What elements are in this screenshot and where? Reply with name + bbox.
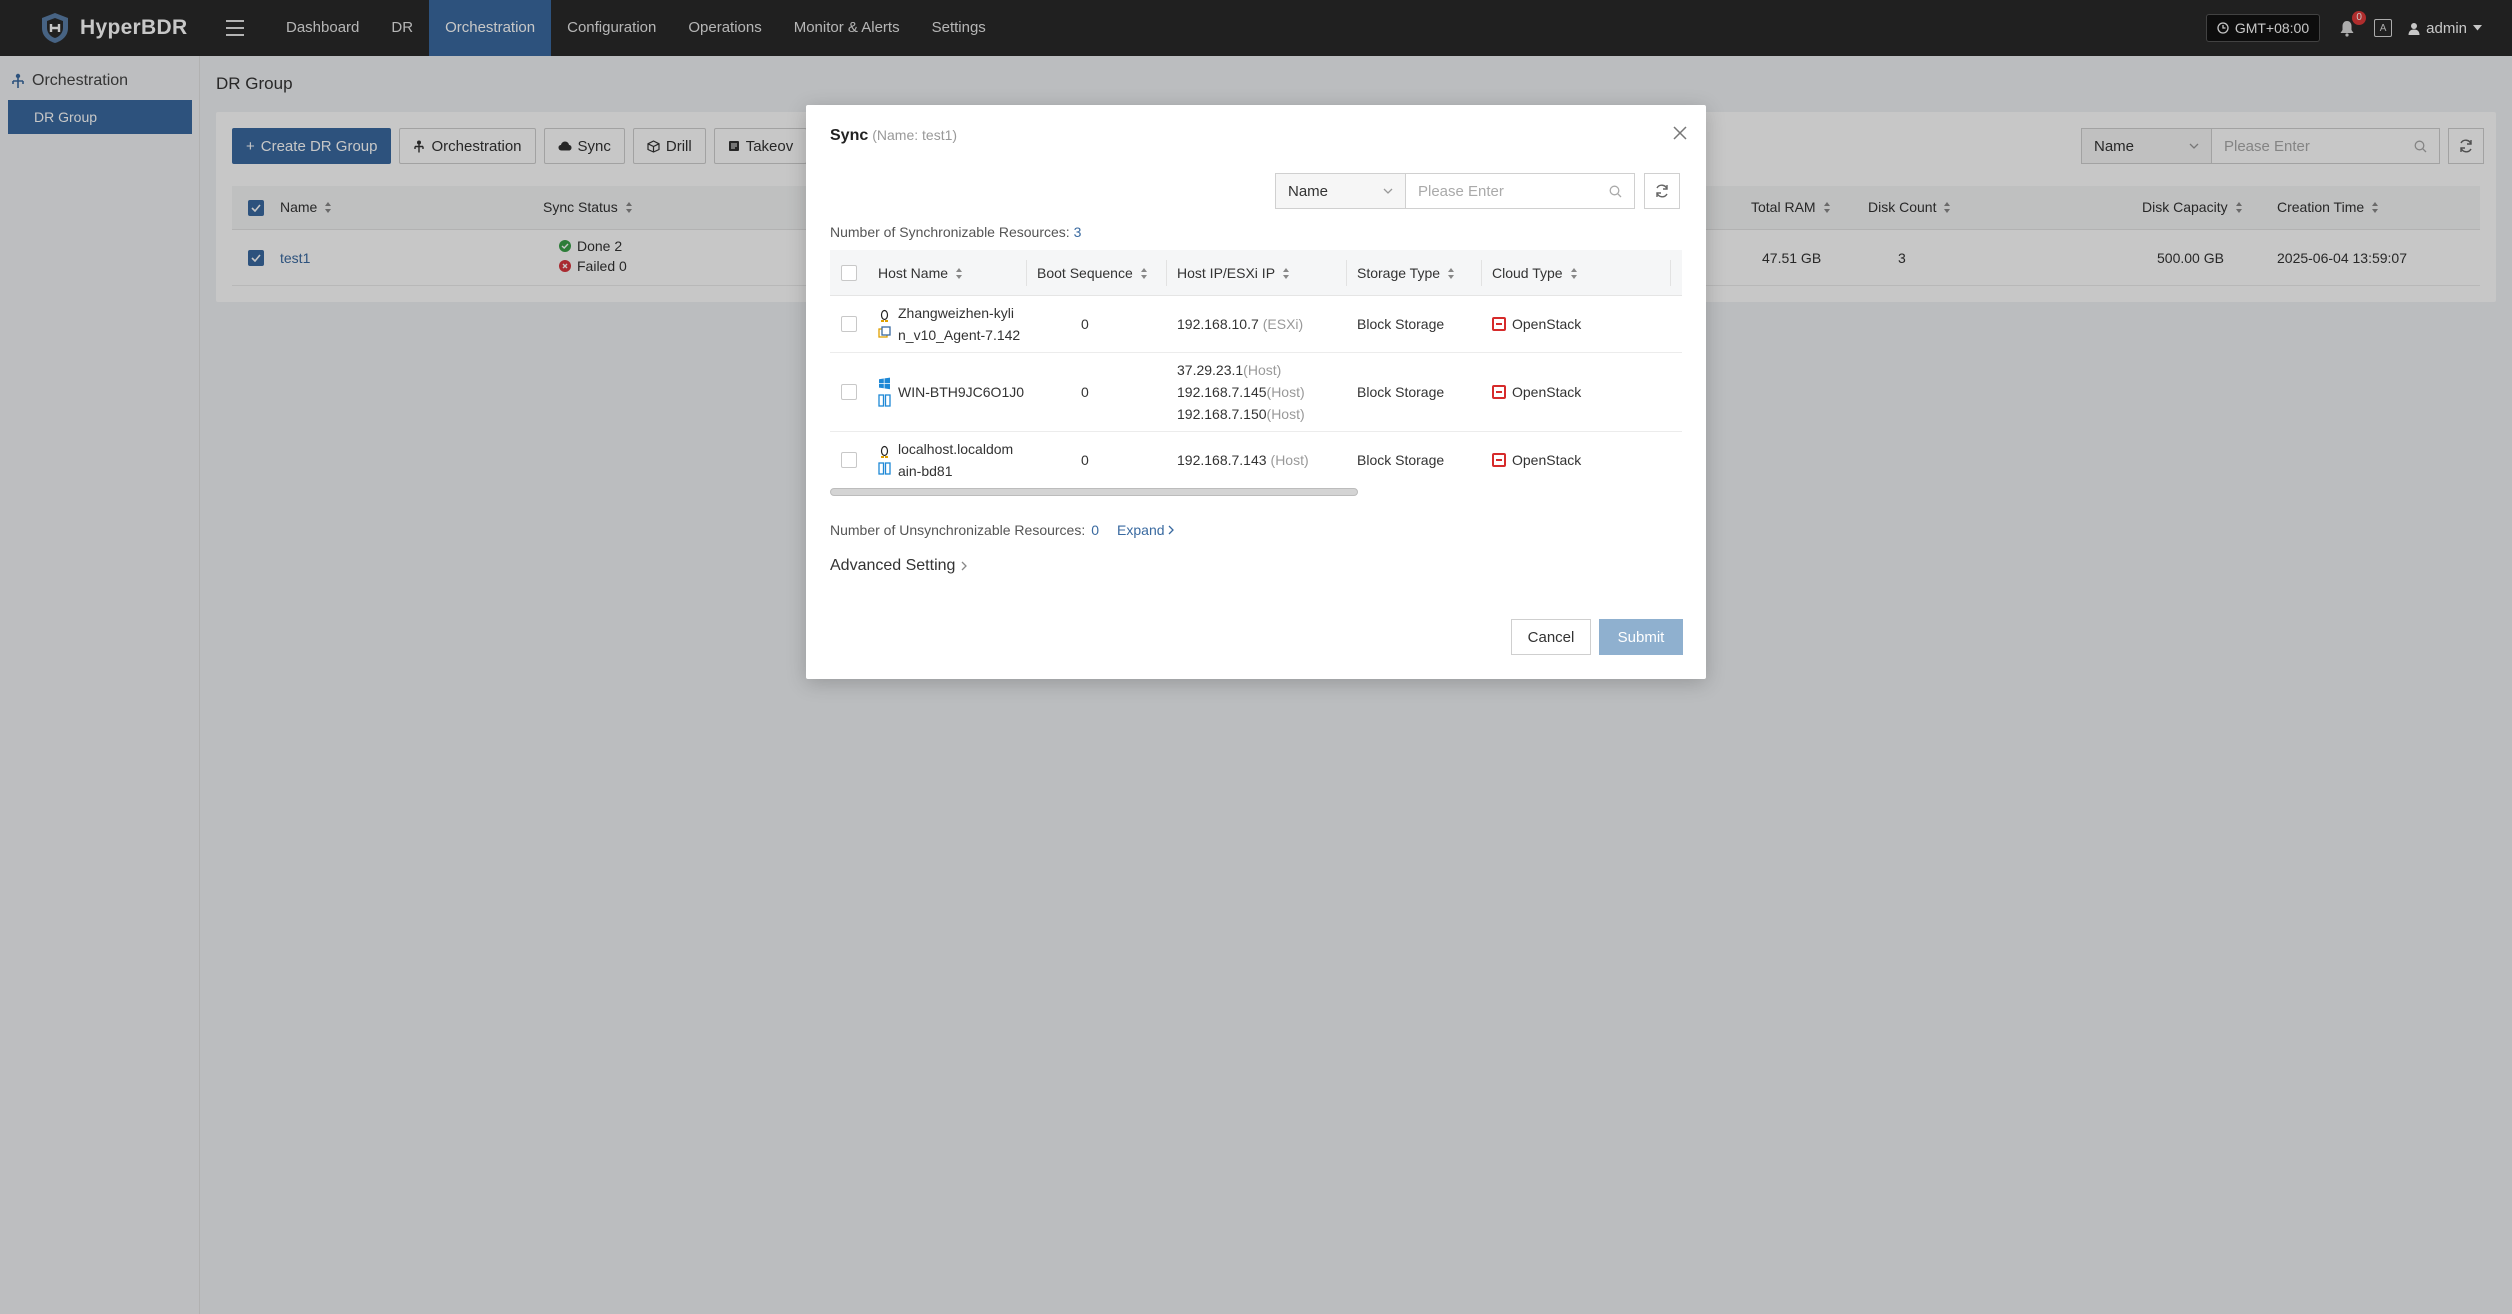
synchronizable-count-value: 3 — [1073, 224, 1082, 240]
table-row[interactable]: Zhangweizhen-kyli n_v10_Agent-7.142 0 19… — [830, 296, 1682, 353]
col-storage-type[interactable]: Storage Type — [1357, 250, 1455, 296]
synchronizable-count: Number of Synchronizable Resources: 3 — [830, 224, 1081, 240]
col-boot-sequence[interactable]: Boot Sequence — [1037, 250, 1147, 296]
sort-icon — [956, 267, 963, 279]
sort-icon — [1448, 267, 1455, 279]
col-host-name[interactable]: Host Name — [878, 250, 963, 296]
chevron-right-icon — [961, 561, 968, 571]
row-checkbox[interactable] — [841, 384, 857, 400]
expand-label: Expand — [1117, 522, 1165, 538]
host-name-line: Zhangweizhen-kyli — [898, 305, 1014, 321]
dialog-filter-field-select[interactable]: Name — [1275, 173, 1406, 209]
scrollbar-thumb[interactable] — [830, 488, 1358, 496]
col-cloud-type[interactable]: Cloud Type — [1492, 250, 1577, 296]
unsynchronizable-count-value: 0 — [1091, 522, 1100, 538]
refresh-icon — [1656, 184, 1668, 198]
cloud-type-value: OpenStack — [1492, 353, 1581, 431]
boot-sequence-value: 0 — [1081, 451, 1089, 468]
dialog-subtitle: (Name: test1) — [872, 127, 958, 143]
column-divider — [1166, 260, 1167, 286]
host-name-line: n_v10_Agent-7.142 — [898, 327, 1021, 343]
horizontal-scrollbar[interactable] — [830, 488, 1682, 496]
agent-icon — [878, 326, 891, 338]
ip-address: 192.168.10.7 — [1177, 316, 1259, 332]
submit-button[interactable]: Submit — [1599, 619, 1683, 655]
sort-icon — [1140, 267, 1147, 279]
col-host-ip[interactable]: Host IP/ESXi IP — [1177, 250, 1290, 296]
column-divider — [1670, 260, 1671, 286]
resources-table: Host Name Boot Sequence Host IP/ESXi IP … — [830, 250, 1682, 486]
advanced-setting-label: Advanced Setting — [830, 557, 956, 574]
col-storage-type-label: Storage Type — [1357, 265, 1441, 281]
linux-penguin-icon — [880, 445, 889, 458]
boot-sequence-value: 0 — [1081, 384, 1089, 400]
row-checkbox[interactable] — [841, 451, 857, 468]
dialog-filter: Name Please Enter — [1275, 173, 1635, 209]
advanced-setting-toggle[interactable]: Advanced Setting — [830, 557, 968, 575]
cloud-type-text: OpenStack — [1512, 384, 1582, 400]
cloud-type-value: OpenStack — [1492, 432, 1581, 486]
agentless-icon — [878, 394, 891, 407]
host-ip-value: 192.168.7.143 (Host) — [1177, 432, 1309, 486]
column-divider — [1346, 260, 1347, 286]
column-divider — [1481, 260, 1482, 286]
ip-address: 192.168.7.150 — [1177, 406, 1267, 422]
dialog-title: Sync (Name: test1) — [830, 127, 957, 145]
col-host-ip-label: Host IP/ESXi IP — [1177, 265, 1276, 281]
dialog-title-text: Sync — [830, 127, 869, 144]
table-row[interactable]: WIN-BTH9JC6O1J0 0 37.29.23.1(Host) 192.1… — [830, 353, 1682, 432]
host-name-line: ain-bd81 — [898, 462, 953, 479]
agentless-icon — [878, 461, 891, 475]
sort-icon — [1570, 267, 1577, 279]
row-checkbox[interactable] — [841, 316, 857, 332]
chevron-down-icon — [1383, 188, 1393, 194]
ip-tag: (Host) — [1270, 451, 1309, 468]
dialog-search-input[interactable]: Please Enter — [1406, 173, 1635, 209]
select-all-checkbox[interactable] — [841, 265, 857, 281]
host-name-line: localhost.localdom — [898, 440, 1014, 457]
storage-type-value: Block Storage — [1357, 384, 1445, 400]
ip-address: 192.168.7.145 — [1177, 384, 1267, 400]
boot-sequence-value: 0 — [1081, 316, 1089, 332]
chevron-right-icon — [1168, 525, 1175, 535]
ip-address: 192.168.7.143 — [1177, 451, 1267, 468]
dialog-search-placeholder: Please Enter — [1418, 182, 1504, 200]
synchronizable-count-label: Number of Synchronizable Resources: — [830, 224, 1070, 240]
table-row[interactable]: localhost.localdom ain-bd81 0 192.168.7.… — [830, 432, 1682, 486]
col-host-name-label: Host Name — [878, 265, 949, 281]
close-icon[interactable] — [1672, 125, 1688, 141]
sort-icon — [1283, 267, 1290, 279]
ip-tag: (Host) — [1266, 384, 1305, 400]
host-name-line: WIN-BTH9JC6O1J0 — [898, 384, 1025, 400]
unsynchronizable-count: Number of Unsynchronizable Resources: 0 … — [830, 522, 1175, 538]
windows-icon — [879, 377, 890, 390]
resources-table-header: Host Name Boot Sequence Host IP/ESXi IP … — [830, 250, 1682, 296]
dialog-refresh-button[interactable] — [1644, 173, 1680, 209]
expand-link[interactable]: Expand — [1117, 522, 1175, 538]
ip-address: 37.29.23.1 — [1177, 362, 1244, 378]
ip-tag: (Host) — [1243, 362, 1282, 378]
linux-penguin-icon — [880, 309, 889, 322]
host-ip-value: 192.168.10.7 (ESXi) — [1177, 296, 1303, 352]
dialog-filter-field-value: Name — [1288, 182, 1329, 200]
storage-type-value: Block Storage — [1357, 316, 1445, 332]
column-divider — [1026, 260, 1027, 286]
col-cloud-type-label: Cloud Type — [1492, 265, 1563, 281]
search-icon — [1609, 185, 1622, 197]
host-ip-value: 37.29.23.1(Host) 192.168.7.145(Host) 192… — [1177, 353, 1305, 431]
unsynchronizable-count-label: Number of Unsynchronizable Resources: — [830, 522, 1086, 538]
cloud-type-text: OpenStack — [1512, 451, 1582, 468]
ip-tag: (ESXi) — [1262, 316, 1304, 332]
openstack-icon — [1492, 452, 1506, 467]
openstack-icon — [1492, 317, 1506, 331]
cloud-type-value: OpenStack — [1492, 296, 1581, 352]
sync-dialog: Sync (Name: test1) Name Please Enter Numb… — [806, 105, 1706, 679]
ip-tag: (Host) — [1266, 406, 1305, 422]
col-boot-sequence-label: Boot Sequence — [1037, 265, 1133, 281]
storage-type-value: Block Storage — [1357, 451, 1445, 468]
cancel-button[interactable]: Cancel — [1511, 619, 1591, 655]
openstack-icon — [1492, 385, 1506, 399]
cloud-type-text: OpenStack — [1512, 316, 1582, 332]
